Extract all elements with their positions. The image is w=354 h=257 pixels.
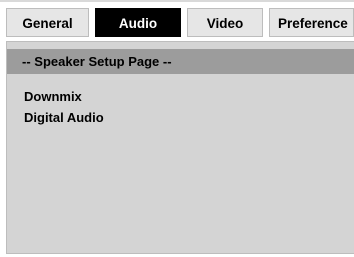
setup-menu-window: General Audio Video Preference -- Speake… [0, 0, 354, 257]
tab-general[interactable]: General [6, 8, 89, 37]
tab-bar: General Audio Video Preference [0, 8, 354, 37]
settings-panel: -- Speaker Setup Page -- Downmix Digital… [6, 41, 354, 254]
tab-video[interactable]: Video [187, 8, 263, 37]
option-digital-audio[interactable]: Digital Audio [24, 107, 104, 128]
tab-audio[interactable]: Audio [95, 8, 181, 37]
option-downmix[interactable]: Downmix [24, 86, 104, 107]
top-divider [0, 0, 354, 2]
page-title: -- Speaker Setup Page -- [7, 49, 354, 74]
tab-preference[interactable]: Preference [269, 8, 354, 37]
option-list: Downmix Digital Audio [24, 86, 104, 128]
